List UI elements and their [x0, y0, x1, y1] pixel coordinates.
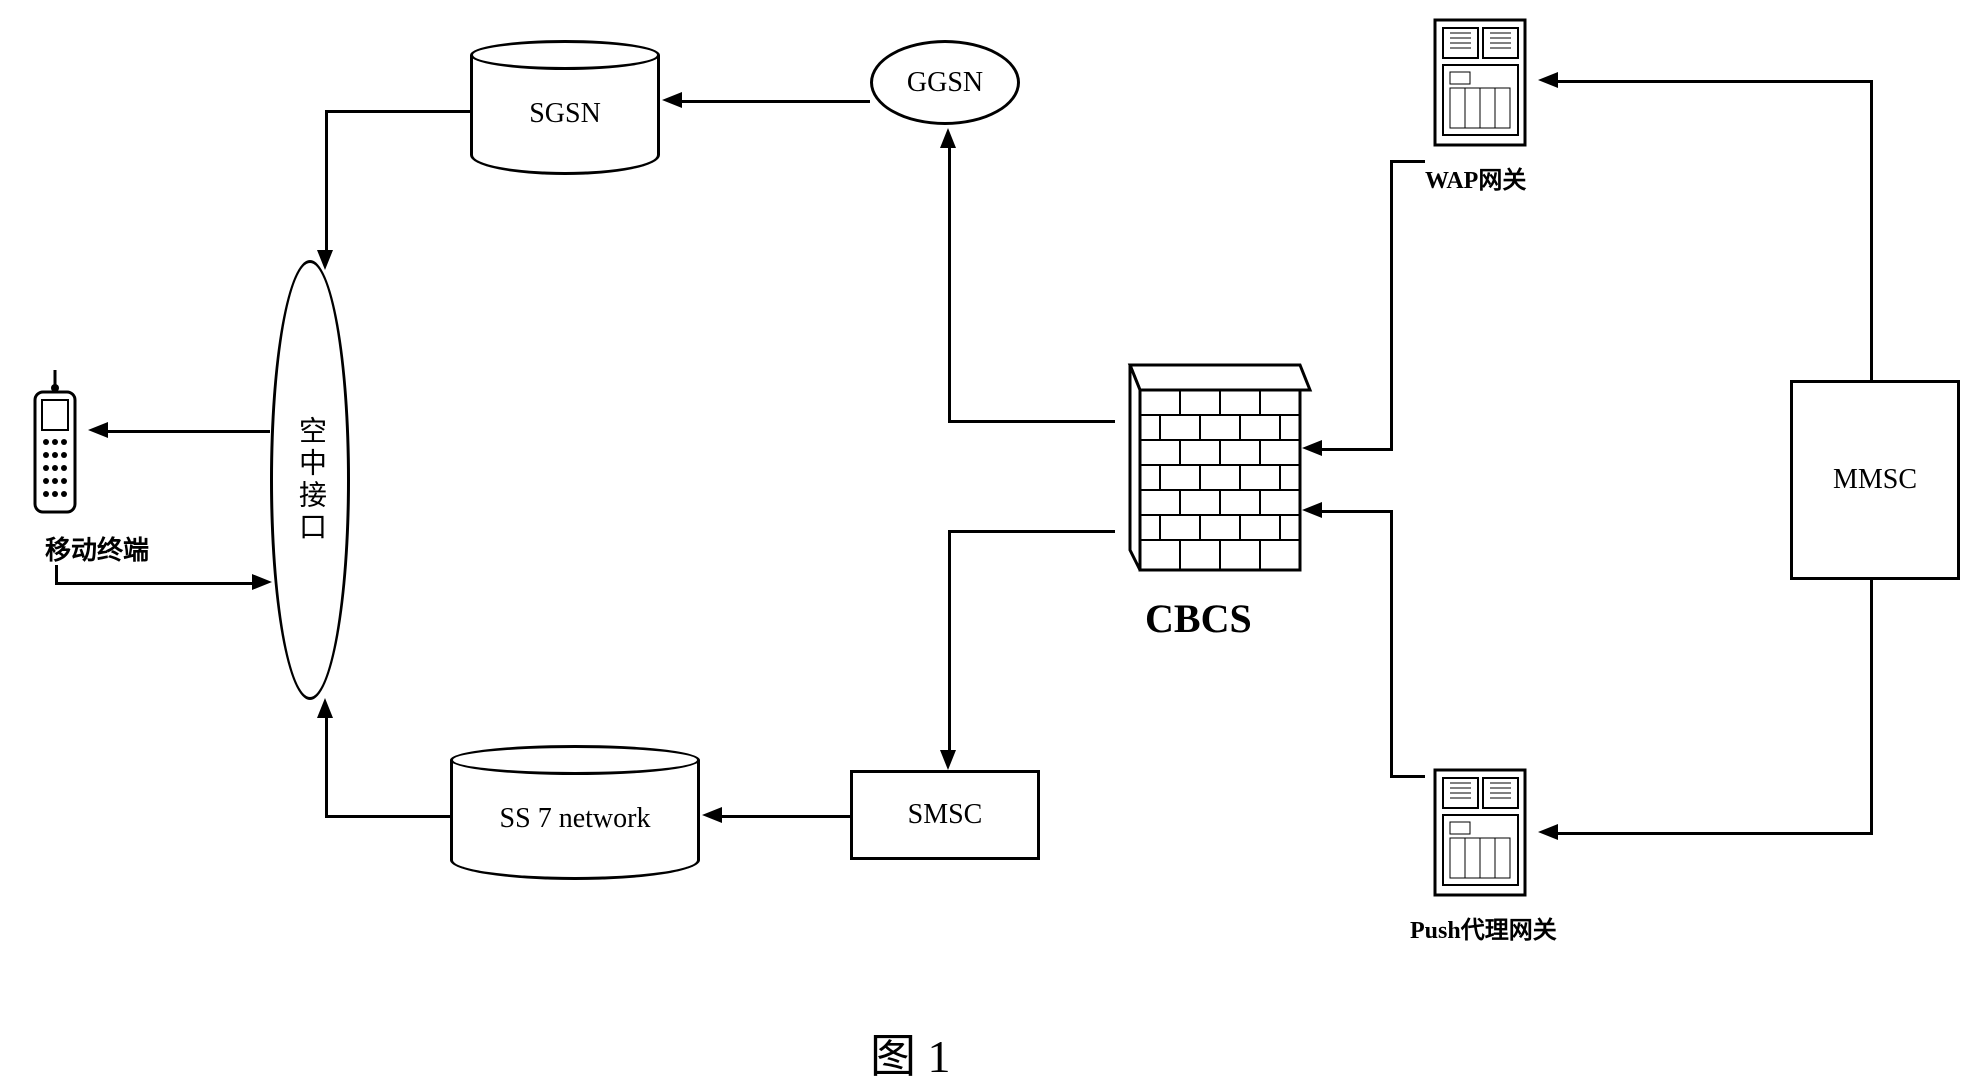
arrowhead [1302, 440, 1322, 456]
arrow-cbcs-to-smsc-h [950, 530, 1115, 533]
arrowhead [1302, 502, 1322, 518]
arrow-wap-to-cbcs-h2 [1320, 448, 1393, 451]
arrow-mmsc-to-push-v [1870, 580, 1873, 835]
mobile-terminal-label: 移动终端 [45, 530, 149, 567]
arrow-push-to-cbcs-v [1390, 510, 1393, 778]
arrow-smsc-to-ss7 [720, 815, 850, 818]
arrow-ss7-to-air-h [325, 815, 450, 818]
arrow-mobile-to-air-h [55, 582, 255, 585]
arrow-cbcs-to-smsc-v [948, 530, 951, 755]
arrowhead [702, 807, 722, 823]
arrowhead [940, 750, 956, 770]
arrowhead [252, 574, 272, 590]
air-interface-label: 空中接口 [290, 416, 330, 544]
push-gateway-label: Push代理网关 [1410, 910, 1557, 945]
cbcs-label: CBCS [1145, 595, 1252, 642]
wap-gateway-label: WAP网关 [1425, 160, 1526, 195]
arrow-ggsn-to-sgsn [680, 100, 870, 103]
smsc-node: SMSC [850, 770, 1040, 860]
air-interface-node: 空中接口 [270, 260, 350, 700]
arrow-ss7-to-air-v [325, 715, 328, 818]
arrow-mmsc-to-wap-v [1870, 80, 1873, 380]
arrow-push-to-cbcs-h2 [1320, 510, 1393, 513]
ggsn-label: GGSN [907, 67, 983, 99]
smsc-label: SMSC [908, 799, 983, 831]
arrowhead [317, 250, 333, 270]
arrow-cbcs-to-ggsn-h [950, 420, 1115, 423]
mobile-phone-icon [20, 370, 90, 525]
arrow-wap-to-cbcs-h1 [1390, 160, 1425, 163]
figure-caption: 图 1 [870, 1020, 951, 1086]
wap-gateway-icon [1425, 10, 1535, 160]
arrowhead [1538, 824, 1558, 840]
mmsc-node: MMSC [1790, 380, 1960, 580]
arrowhead [662, 92, 682, 108]
arrow-push-to-cbcs-h1 [1390, 775, 1425, 778]
push-gateway-icon [1425, 760, 1535, 910]
arrowhead [940, 128, 956, 148]
ss7-label: SS 7 network [500, 803, 651, 835]
arrow-mmsc-to-wap-h [1555, 80, 1873, 83]
ss7-node: SS 7 network [450, 760, 700, 880]
ggsn-node: GGSN [870, 40, 1020, 125]
arrow-sgsn-to-air-h [325, 110, 470, 113]
arrow-sgsn-to-air-v [325, 110, 328, 255]
cbcs-icon [1115, 355, 1315, 590]
sgsn-node: SGSN [470, 55, 660, 175]
arrow-air-to-mobile [105, 430, 270, 433]
sgsn-label: SGSN [529, 98, 601, 130]
arrow-wap-to-cbcs-v [1390, 160, 1393, 450]
mmsc-label: MMSC [1833, 464, 1917, 496]
arrow-cbcs-to-ggsn-v [948, 145, 951, 423]
arrowhead [88, 422, 108, 438]
arrowhead [1538, 72, 1558, 88]
arrowhead [317, 698, 333, 718]
arrow-mmsc-to-push-h [1555, 832, 1873, 835]
